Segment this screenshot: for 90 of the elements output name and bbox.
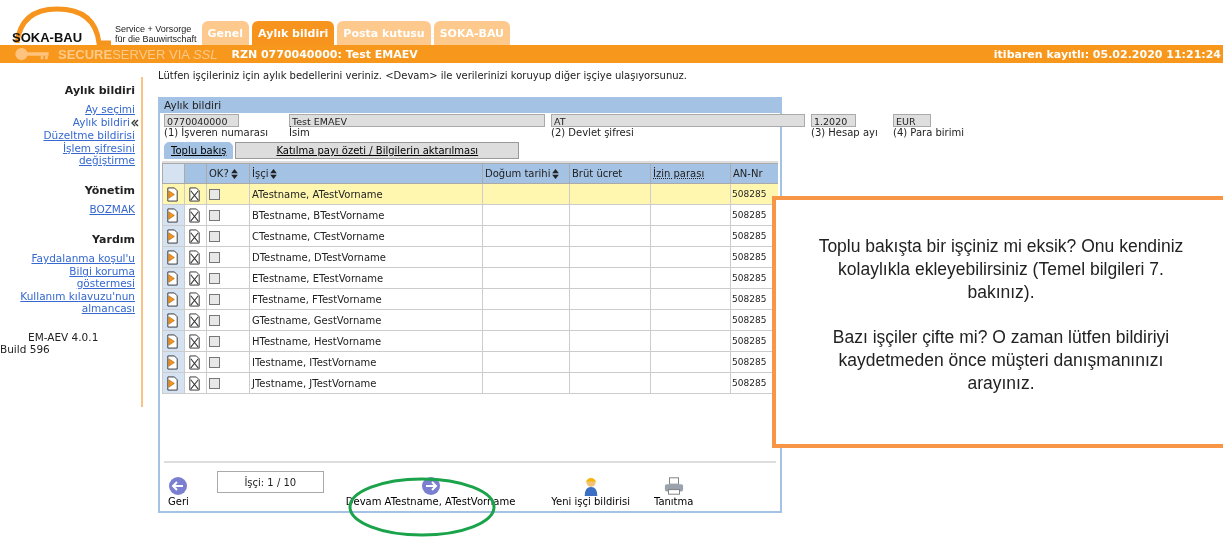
ok-checkbox[interactable]: [209, 377, 220, 389]
edit-row-icon[interactable]: [165, 186, 180, 202]
column-header[interactable]: Brüt ücret: [569, 163, 651, 184]
delete-row-icon[interactable]: [187, 312, 202, 328]
table-cell: BTestname, BTestVorname: [249, 204, 483, 226]
sub-tab[interactable]: Toplu bakış: [164, 142, 234, 159]
delete-row-icon[interactable]: [187, 228, 202, 244]
field-label: (2) Devlet şifresi: [551, 127, 635, 138]
login-time: itibaren kayıtlı: 05.02.2020 11:21:24: [993, 47, 1221, 61]
callout-text: Toplu bakışta bir işçiniz mi eksik? Onu kendiniz kolaylıkla ekleyebilirsiniz (Temel bilgileri 7. bakınız).: [817, 235, 1185, 304]
delete-row-icon[interactable]: [187, 291, 202, 307]
delete-row-icon[interactable]: [187, 354, 202, 370]
ok-checkbox[interactable]: [209, 314, 220, 326]
table-cell: DTestname, DTestVorname: [249, 246, 483, 268]
sidebar-heading: Yönetim: [84, 184, 135, 197]
ok-checkbox[interactable]: [209, 293, 220, 305]
column-header[interactable]: OK?: [206, 163, 250, 184]
column-header[interactable]: İşçi: [249, 163, 483, 184]
sort-icon: [270, 169, 278, 179]
edit-row-icon[interactable]: [165, 375, 180, 391]
sidebar-heading: Yardım: [92, 233, 135, 246]
table-cell: JTestname, JTestVorname: [249, 372, 483, 394]
sidebar-link[interactable]: Aylık bildiri: [72, 116, 130, 128]
ok-checkbox[interactable]: [209, 335, 220, 347]
callout-text: Bazı işçiler çifte mi? O zaman lütfen bildiriyi kaydetmeden önce müşteri danışmanınızı arayınız.: [831, 326, 1171, 395]
instruction-text: Lütfen işçileriniz için aylık bedellerini veriniz. <Devam> ile verilerinizi koruyup diğer işçiye ulaşıyorsunuz.: [158, 70, 688, 81]
secure-server-label: SECURESERVER VIA SSL: [58, 46, 218, 62]
delete-row-icon[interactable]: [187, 333, 202, 349]
build-text: Build 596: [0, 343, 51, 355]
key-icon: [12, 47, 52, 61]
current-marker-icon: [131, 119, 139, 127]
delete-row-icon[interactable]: [187, 375, 202, 391]
column-header[interactable]: İzin parası: [650, 163, 731, 184]
ok-checkbox[interactable]: [209, 188, 220, 200]
field-label: (4) Para birimi: [893, 127, 965, 138]
table-cell: CTestname, CTestVorname: [249, 225, 483, 247]
edit-row-icon[interactable]: [165, 270, 180, 286]
new-worker-button[interactable]: Yeni işçi bildirisi: [551, 476, 630, 507]
table-cell: HTestname, HestVorname: [249, 330, 483, 352]
delete-row-icon[interactable]: [187, 249, 202, 265]
edit-row-icon[interactable]: [165, 354, 180, 370]
ok-checkbox[interactable]: [209, 230, 220, 242]
table-cell: ETestname, ETestVorname: [249, 267, 483, 289]
ok-checkbox[interactable]: [209, 272, 220, 284]
delete-row-icon[interactable]: [187, 270, 202, 286]
readonly-field: AT: [551, 114, 805, 127]
ok-checkbox[interactable]: [209, 209, 220, 221]
readonly-field: 1.2020: [811, 114, 856, 127]
column-header[interactable]: AN-Nr: [730, 163, 778, 184]
table-cell: FTestname, FTestVorname: [249, 288, 483, 310]
worker-counter: İşçi: 1 / 10: [216, 471, 324, 493]
sidebar-link[interactable]: Bilgi koruma göstermesi: [17, 265, 135, 289]
ok-checkbox[interactable]: [209, 251, 220, 263]
ok-checkbox[interactable]: [209, 356, 220, 368]
edit-row-icon[interactable]: [165, 291, 180, 307]
edit-row-icon[interactable]: [165, 333, 180, 349]
edit-row-icon[interactable]: [165, 249, 180, 265]
sidebar-link[interactable]: BOZMAK: [89, 203, 135, 215]
tagline: Service + Vorsorge: [115, 24, 193, 34]
sort-icon: [230, 169, 238, 179]
table-cell: ATestname, ATestVorname: [249, 183, 483, 205]
edit-row-icon[interactable]: [165, 207, 180, 223]
sort-icon: [552, 169, 560, 179]
readonly-field: 0770040000: [164, 114, 239, 127]
tagline: für die Bauwirtschaft: [115, 34, 197, 44]
panel-title: Aylık bildiri: [160, 97, 780, 113]
delete-row-icon[interactable]: [187, 186, 202, 202]
sidebar-link[interactable]: Faydalanma koşul'u: [31, 252, 135, 264]
field-label: (1) İşveren numarası: [164, 127, 269, 138]
delete-row-icon[interactable]: [187, 207, 202, 223]
column-header[interactable]: Doğum tarihi: [482, 163, 570, 184]
field-label: İsim: [289, 127, 311, 138]
readonly-field: Test EMAEV: [289, 114, 545, 127]
version-text: EM-AEV 4.0.1: [27, 331, 100, 343]
back-button[interactable]: Geri: [168, 476, 189, 507]
table-cell: GTestname, GestVorname: [249, 309, 483, 331]
account-label: RZN 0770040000: Test EMAEV: [231, 47, 419, 61]
sidebar-link[interactable]: Düzeltme bildirisi: [43, 129, 135, 141]
print-button[interactable]: Tanıtma: [653, 476, 694, 507]
edit-row-icon[interactable]: [165, 228, 180, 244]
readonly-field: EUR: [893, 114, 931, 127]
sidebar-heading: Aylık bildiri: [64, 84, 135, 97]
sidebar-link[interactable]: Ay seçimi: [85, 103, 135, 115]
field-label: (3) Hesap ayı: [811, 127, 879, 138]
sidebar-link[interactable]: Kullanım kılavuzu'nun almancası: [17, 290, 135, 314]
edit-row-icon[interactable]: [165, 312, 180, 328]
table-cell: ITestname, ITestVorname: [249, 351, 483, 373]
sub-tab[interactable]: Katılma payı özeti / Bilgilerin aktarılması: [235, 142, 520, 159]
printer-icon: [663, 476, 684, 496]
sidebar-link[interactable]: İşlem şifresini değiştirme: [17, 142, 135, 166]
